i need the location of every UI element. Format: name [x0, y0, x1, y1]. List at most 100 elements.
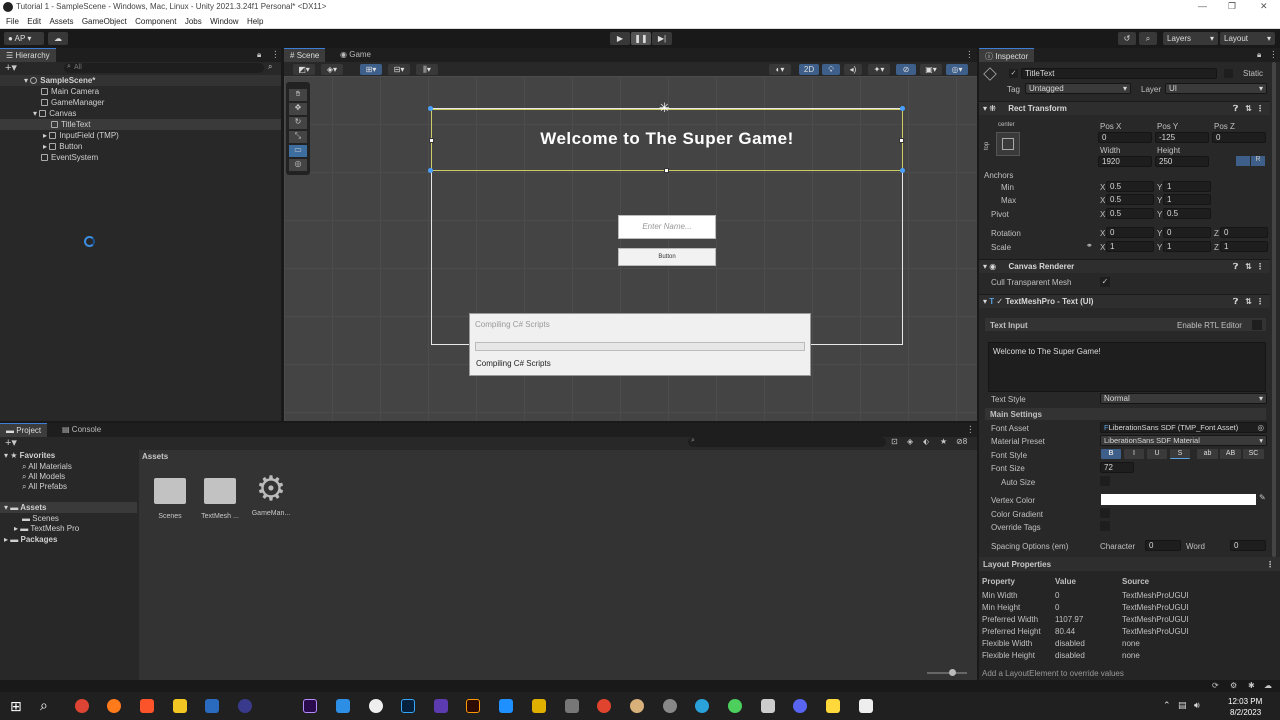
height-field[interactable]: 250	[1155, 156, 1209, 167]
clock-time[interactable]: 12:03 PM	[1228, 697, 1262, 706]
hierarchy-item[interactable]: ▾ SampleScene*	[0, 75, 281, 86]
hierarchy-item[interactable]: Main Camera	[0, 86, 281, 97]
hierarchy-item[interactable]: ▾ Canvas	[0, 108, 281, 119]
app-icon[interactable]	[728, 699, 742, 713]
menu-component[interactable]: Component	[135, 17, 176, 26]
illustrator-icon[interactable]	[466, 699, 480, 713]
hierarchy-item[interactable]: ▸ Button	[0, 141, 281, 152]
material-preset-dropdown[interactable]: LiberationSans SDF Material ▾	[1100, 435, 1267, 446]
maximize-icon[interactable]: ❐	[1228, 1, 1236, 12]
move-tool-icon[interactable]: ✥	[289, 103, 307, 115]
add-icon[interactable]: +▾	[5, 436, 17, 449]
pos-y-field[interactable]: -125	[1155, 132, 1209, 143]
uppercase-toggle[interactable]: AB	[1220, 449, 1241, 459]
app-icon[interactable]	[597, 699, 611, 713]
minimize-icon[interactable]: —	[1198, 1, 1207, 11]
pivot-x-field[interactable]: 0.5	[1106, 208, 1154, 219]
favorite-item[interactable]: ⌕ All Prefabs	[0, 481, 137, 492]
tab-inspector[interactable]: ⓘ Inspector	[979, 48, 1035, 62]
search-button[interactable]: ⌕	[1139, 32, 1157, 45]
preset-icon[interactable]: ⇅	[1245, 260, 1252, 273]
sticky-notes-icon[interactable]	[826, 699, 840, 713]
close-icon[interactable]: ✕	[1260, 1, 1268, 12]
tab-project[interactable]: ▬ Project	[0, 423, 48, 437]
scale-x-field[interactable]: 1	[1106, 241, 1154, 252]
app-icon[interactable]	[565, 699, 579, 713]
pos-x-field[interactable]: 0	[1098, 132, 1152, 143]
premiere-icon[interactable]	[303, 699, 317, 713]
asset-tile[interactable]: TextMesh ...	[197, 475, 243, 525]
hierarchy-search-input[interactable]: All	[64, 63, 264, 73]
textmeshpro-header[interactable]: ▾ T ✓ TextMeshPro - Text (UI) ❓︎ ⇅ ⋮	[979, 294, 1270, 308]
account-dropdown[interactable]: ● AP ▾	[4, 32, 44, 45]
lighting-toggle[interactable]: 💡︎	[822, 64, 840, 75]
render-mode-dropdown[interactable]: ◈▾	[321, 64, 343, 75]
tag-icon[interactable]: ⬖	[923, 437, 929, 446]
history-button[interactable]: ↺	[1118, 32, 1136, 45]
anchor-max-x-field[interactable]: 0.5	[1106, 194, 1154, 205]
assets-folder-item[interactable]: ▾ ▬ Assets	[0, 502, 137, 513]
object-picker-icon[interactable]: ◎	[1257, 423, 1264, 432]
italic-toggle[interactable]: I	[1124, 449, 1144, 459]
layers-dropdown[interactable]: Layers ▾	[1163, 32, 1218, 45]
component-enabled-checkbox[interactable]: ✓	[996, 297, 1003, 306]
asset-tile[interactable]: Scenes	[151, 475, 189, 525]
progress-status-icon[interactable]: ⟳	[1212, 681, 1219, 690]
zoom-slider[interactable]	[927, 669, 967, 676]
resize-handle[interactable]	[429, 138, 434, 143]
cull-transparent-checkbox[interactable]: ✓	[1100, 277, 1110, 287]
kebab-menu-icon[interactable]: ⋮	[965, 49, 974, 60]
auto-size-checkbox[interactable]	[1100, 476, 1110, 486]
favorites-item[interactable]: ▾ ★ Favorites	[0, 450, 137, 461]
eyedropper-icon[interactable]: ✎	[1259, 493, 1266, 502]
kebab-menu-icon[interactable]: ⋮	[1256, 102, 1264, 115]
debug-mode-icon[interactable]: ✱	[1248, 681, 1255, 690]
help-icon[interactable]: ❓︎	[1233, 102, 1238, 115]
audio-toggle[interactable]: ◂)	[844, 64, 862, 75]
app-icon[interactable]	[532, 699, 546, 713]
unity-icon[interactable]	[859, 699, 873, 713]
kebab-menu-icon[interactable]: ⋮	[1269, 49, 1278, 60]
expand-arrow-icon[interactable]: ▸	[43, 142, 47, 151]
word-spacing-field[interactable]: 0	[1230, 540, 1266, 551]
add-icon[interactable]: +▾	[5, 61, 17, 74]
obs-icon[interactable]	[238, 699, 252, 713]
scale-z-field[interactable]: 1	[1220, 241, 1268, 252]
windows-start-icon[interactable]: ⊞	[10, 699, 22, 713]
resize-handle[interactable]	[428, 168, 433, 173]
vscode-icon[interactable]	[336, 699, 350, 713]
anchor-min-x-field[interactable]: 0.5	[1106, 181, 1154, 192]
expand-arrow-icon[interactable]: ▾	[24, 76, 28, 85]
menu-gameobject[interactable]: GameObject	[82, 17, 127, 26]
scale-tool-icon[interactable]: ⤡	[289, 131, 307, 143]
lock-icon[interactable]: 🔒︎	[1257, 50, 1261, 60]
hierarchy-item[interactable]: EventSystem	[0, 152, 281, 163]
powershell-icon[interactable]	[205, 699, 219, 713]
filter-by-type-icon[interactable]: ⊡	[891, 437, 898, 446]
raw-edit-button[interactable]: R	[1251, 156, 1265, 166]
chrome-icon[interactable]	[75, 699, 89, 713]
asset-tile[interactable]: ⚙ GameMan...	[247, 472, 295, 524]
hierarchy-item[interactable]: GameManager	[0, 97, 281, 108]
search-icon[interactable]: ⌕	[40, 697, 48, 714]
color-gradient-checkbox[interactable]	[1100, 508, 1110, 518]
photoshop-icon[interactable]	[401, 699, 415, 713]
step-button[interactable]: ▶|	[652, 32, 672, 45]
collab-status-icon[interactable]: ☁	[1264, 681, 1272, 690]
settings-icon[interactable]	[663, 699, 677, 713]
filter-by-label-icon[interactable]: ◈	[907, 437, 913, 446]
inspector-scrollbar[interactable]	[1272, 62, 1276, 557]
menu-assets[interactable]: Assets	[49, 17, 73, 26]
pivot-y-field[interactable]: 0.5	[1163, 208, 1211, 219]
scale-y-field[interactable]: 1	[1163, 241, 1211, 252]
object-name-field[interactable]: TitleText	[1021, 68, 1217, 79]
anchor-presets-button[interactable]	[996, 132, 1020, 156]
resize-handle[interactable]	[899, 138, 904, 143]
rtl-editor-checkbox[interactable]	[1252, 320, 1262, 330]
anchors-label[interactable]: Anchors	[984, 171, 1013, 180]
help-icon[interactable]: ❓︎	[1233, 295, 1238, 308]
hidden-objects-toggle[interactable]: ⊘	[896, 64, 916, 75]
brave-icon[interactable]	[140, 699, 154, 713]
text-input-area[interactable]: Welcome to The Super Game!	[988, 342, 1266, 392]
active-checkbox[interactable]: ✓	[1009, 69, 1018, 78]
